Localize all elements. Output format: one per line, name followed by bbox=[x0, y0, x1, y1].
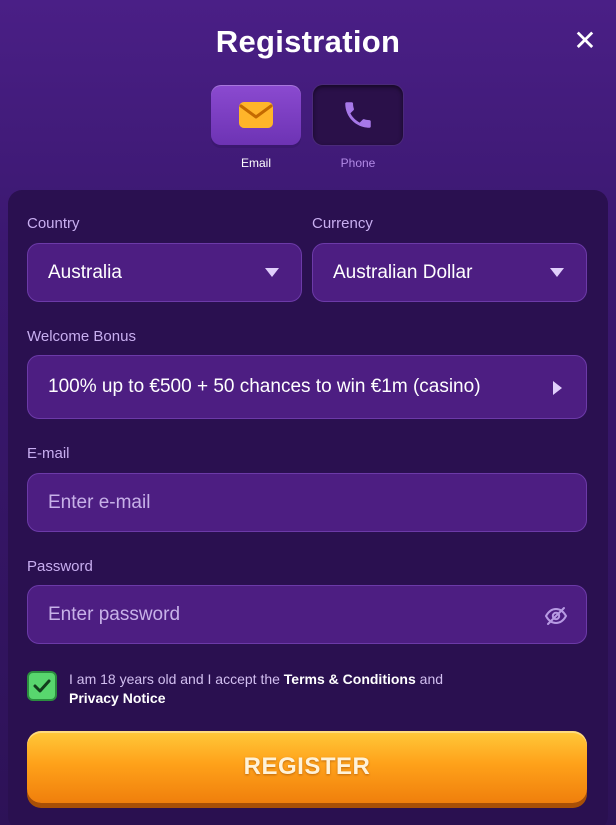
phone-icon bbox=[345, 102, 371, 128]
registration-modal: Registration ✕ Email Phone Country Austr… bbox=[0, 0, 616, 825]
currency-select[interactable]: Australian Dollar bbox=[312, 243, 587, 302]
consent-checkbox[interactable] bbox=[27, 671, 57, 701]
register-button[interactable]: REGISTER bbox=[27, 731, 587, 803]
consent-text-middle: and bbox=[415, 671, 444, 687]
chevron-down-icon bbox=[550, 268, 564, 277]
currency-value: Australian Dollar bbox=[333, 261, 473, 283]
password-field[interactable]: Enter password bbox=[27, 585, 587, 644]
country-select[interactable]: Australia bbox=[27, 243, 302, 302]
chevron-right-icon bbox=[553, 381, 562, 395]
bonus-value: 100% up to €500 + 50 chances to win €1m … bbox=[48, 376, 481, 397]
currency-label: Currency bbox=[312, 215, 373, 232]
country-value: Australia bbox=[48, 261, 122, 283]
email-placeholder: Enter e-mail bbox=[48, 491, 151, 513]
consent-text-before: I am 18 years old and I accept the bbox=[69, 671, 284, 687]
email-field[interactable]: Enter e-mail bbox=[27, 473, 587, 532]
eye-off-icon[interactable] bbox=[544, 604, 568, 628]
country-label: Country bbox=[27, 215, 80, 232]
bonus-select[interactable]: 100% up to €500 + 50 chances to win €1m … bbox=[27, 355, 587, 419]
consent-text: I am 18 years old and I accept the Terms… bbox=[69, 670, 569, 708]
checkmark-icon bbox=[33, 679, 51, 693]
chevron-down-icon bbox=[265, 268, 279, 277]
modal-title: Registration bbox=[215, 24, 401, 59]
email-label: E-mail bbox=[27, 445, 70, 462]
close-icon[interactable]: ✕ bbox=[570, 26, 600, 56]
method-phone-button[interactable] bbox=[313, 85, 403, 145]
privacy-link[interactable]: Privacy Notice bbox=[69, 690, 166, 706]
envelope-icon bbox=[239, 102, 273, 128]
password-label: Password bbox=[27, 558, 93, 575]
method-email-button[interactable] bbox=[211, 85, 301, 145]
method-phone-label: Phone bbox=[340, 156, 376, 170]
password-placeholder: Enter password bbox=[48, 603, 181, 625]
method-email-label: Email bbox=[240, 156, 271, 170]
bonus-label: Welcome Bonus bbox=[27, 328, 136, 345]
terms-link[interactable]: Terms & Conditions bbox=[284, 671, 416, 687]
